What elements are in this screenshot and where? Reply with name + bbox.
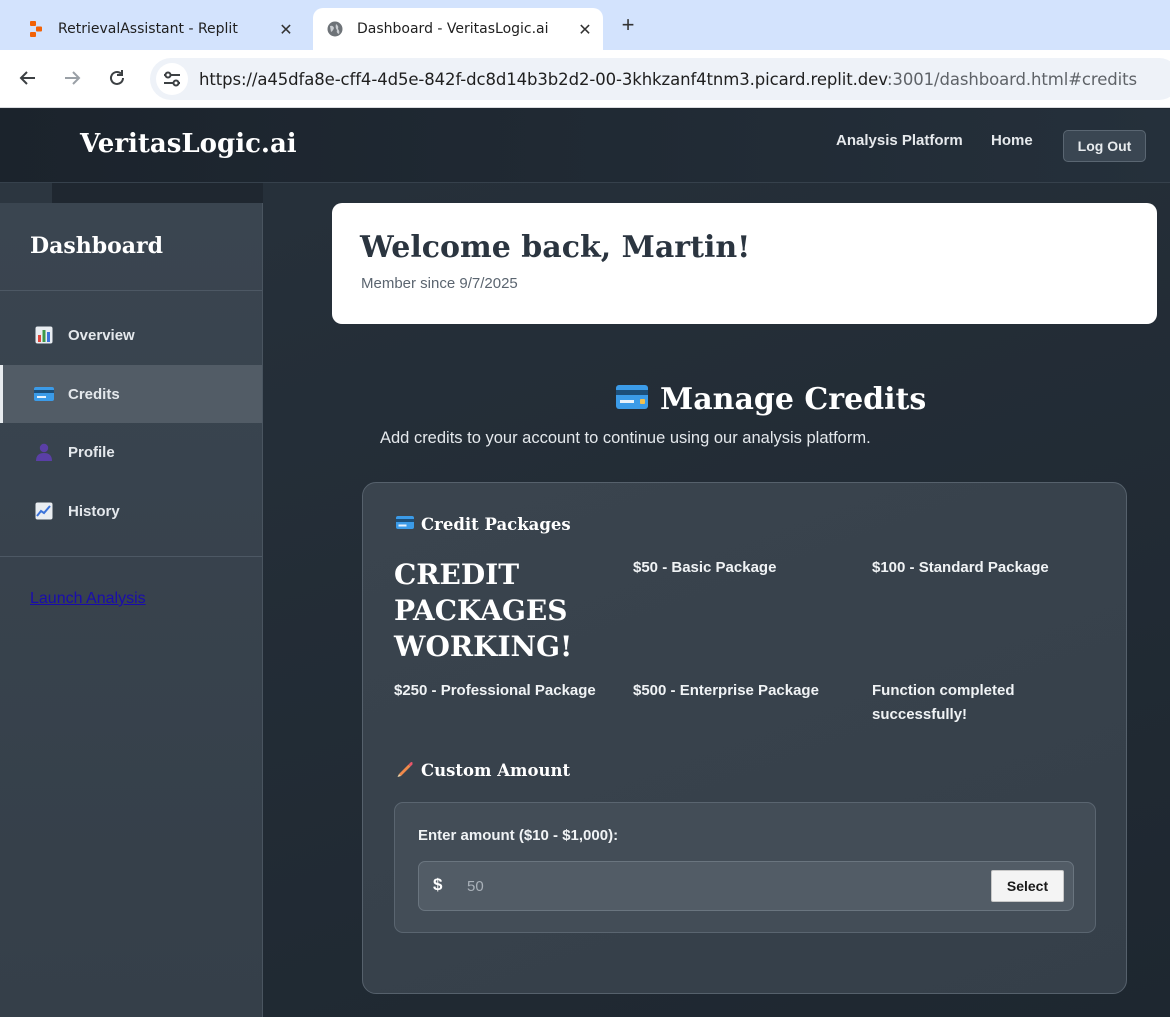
- site-settings-icon[interactable]: [156, 63, 188, 95]
- welcome-card: Welcome back, Martin! Member since 9/7/2…: [332, 203, 1157, 324]
- sidebar-divider: [0, 556, 262, 557]
- amount-input-group: $ Select: [418, 861, 1074, 911]
- close-tab-icon[interactable]: ✕: [573, 20, 597, 39]
- reload-icon[interactable]: [103, 64, 131, 92]
- package-enterprise[interactable]: $500 - Enterprise Package: [633, 679, 819, 703]
- sidebar-top-strip: [0, 183, 52, 203]
- sidebar-item-credits[interactable]: Credits: [0, 365, 262, 423]
- credit-card-icon: [616, 385, 648, 414]
- nav-home[interactable]: Home: [991, 132, 1033, 149]
- package-professional[interactable]: $250 - Professional Package: [394, 679, 596, 703]
- forward-arrow-icon[interactable]: [58, 64, 86, 92]
- sidebar-divider: [0, 290, 262, 291]
- brand-logo[interactable]: VeritasLogic.ai: [80, 129, 297, 159]
- browser-tab-replit[interactable]: RetrievalAssistant - Replit ✕: [14, 8, 304, 50]
- person-icon: [34, 442, 54, 462]
- function-status-text: Function completed successfully!: [872, 682, 1015, 723]
- browser-tab-strip: RetrievalAssistant - Replit ✕ Dashboard …: [0, 0, 1170, 50]
- sidebar-item-profile[interactable]: Profile: [0, 423, 262, 481]
- url-text: https://a45dfa8e-cff4-4d5e-842f-dc8d14b3…: [199, 69, 1137, 89]
- custom-amount-box: Enter amount ($10 - $1,000): $ Select: [394, 802, 1096, 933]
- pencil-icon: [396, 759, 414, 782]
- launch-analysis-link[interactable]: Launch Analysis: [30, 590, 146, 608]
- sidebar-item-history[interactable]: History: [0, 482, 262, 540]
- address-bar: https://a45dfa8e-cff4-4d5e-842f-dc8d14b3…: [0, 50, 1170, 108]
- bar-chart-icon: [34, 325, 54, 345]
- sidebar-item-label: History: [68, 502, 120, 520]
- sidebar-item-label: Profile: [68, 443, 115, 461]
- sidebar-item-label: Credits: [68, 385, 120, 403]
- package-basic[interactable]: $50 - Basic Package: [633, 556, 776, 580]
- credit-packages-heading: Credit Packages: [396, 515, 571, 534]
- heading-text: Custom Amount: [421, 761, 571, 780]
- amount-input[interactable]: [459, 871, 979, 901]
- browser-tab-dashboard[interactable]: Dashboard - VeritasLogic.ai ✕: [313, 8, 603, 50]
- sidebar-title: Dashboard: [30, 233, 163, 259]
- close-tab-icon[interactable]: ✕: [274, 20, 298, 39]
- member-since-text: Member since 9/7/2025: [361, 275, 518, 292]
- section-subtitle: Add credits to your account to continue …: [380, 429, 871, 447]
- welcome-heading: Welcome back, Martin!: [360, 230, 751, 265]
- sidebar: Dashboard Overview Credits Profile Histo…: [0, 203, 263, 1017]
- tab-title: RetrievalAssistant - Replit: [58, 21, 238, 37]
- site-header: VeritasLogic.ai Analysis Platform Home L…: [0, 109, 1170, 183]
- credits-panel: Credit Packages CREDIT PACKAGES WORKING!…: [362, 482, 1127, 994]
- back-arrow-icon[interactable]: [14, 64, 42, 92]
- select-button[interactable]: Select: [991, 870, 1064, 902]
- sidebar-item-overview[interactable]: Overview: [0, 306, 262, 364]
- package-standard[interactable]: $100 - Standard Package: [872, 556, 1049, 580]
- credit-card-icon: [396, 515, 414, 534]
- amount-label: Enter amount ($10 - $1,000):: [418, 827, 619, 844]
- globe-icon: [327, 21, 343, 37]
- credit-card-icon: [34, 384, 54, 404]
- manage-credits-title: Manage Credits: [616, 382, 926, 417]
- new-tab-button[interactable]: +: [614, 12, 642, 40]
- url-field[interactable]: https://a45dfa8e-cff4-4d5e-842f-dc8d14b3…: [150, 58, 1170, 100]
- tab-title: Dashboard - VeritasLogic.ai: [357, 21, 549, 37]
- line-chart-icon: [34, 501, 54, 521]
- custom-amount-heading: Custom Amount: [396, 759, 570, 782]
- logout-button[interactable]: Log Out: [1063, 130, 1146, 162]
- status-message: CREDIT PACKAGES WORKING!: [394, 558, 573, 663]
- heading-text: Credit Packages: [421, 515, 571, 534]
- replit-icon: [28, 21, 44, 37]
- section-heading: Manage Credits: [660, 382, 927, 417]
- sidebar-item-label: Overview: [68, 326, 135, 344]
- currency-symbol: $: [433, 875, 443, 894]
- nav-analysis-platform[interactable]: Analysis Platform: [836, 132, 963, 149]
